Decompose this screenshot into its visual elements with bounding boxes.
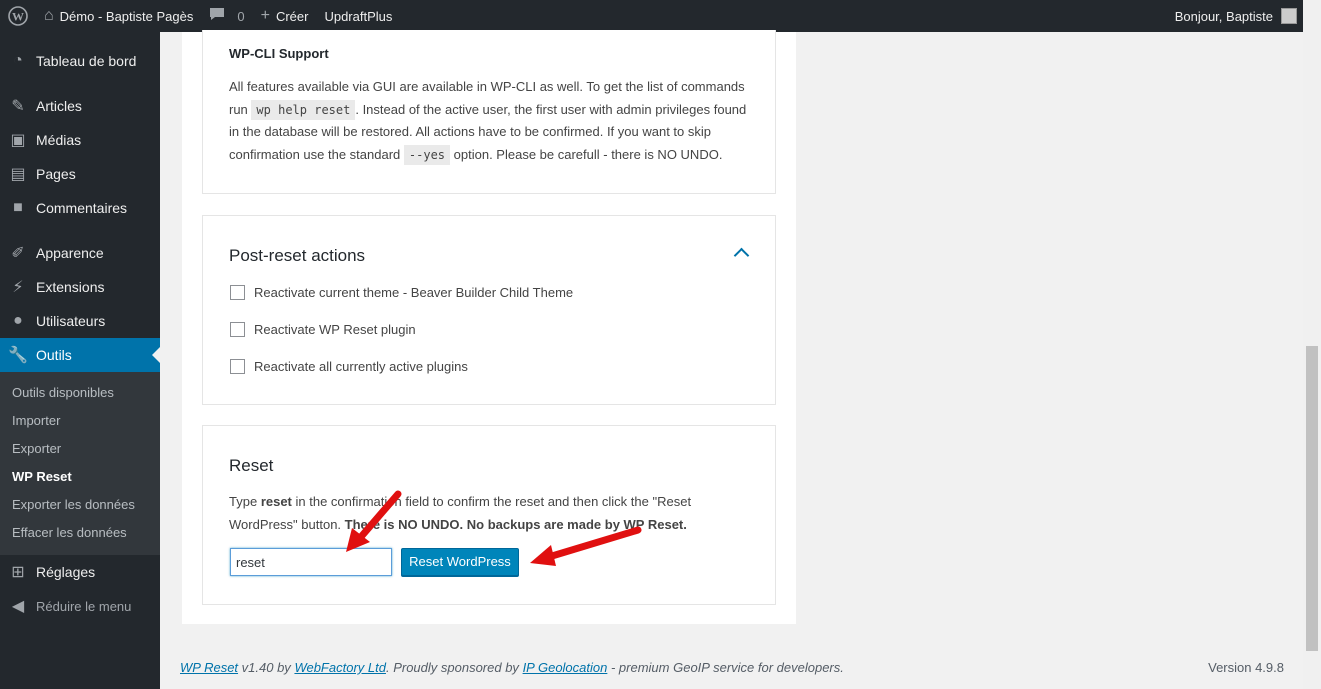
wpcli-text-3: option. Please be carefull - there is NO… <box>453 146 723 162</box>
comment-icon: ■ <box>13 199 23 216</box>
menu-label: Utilisateurs <box>36 313 106 329</box>
confirmation-input[interactable] <box>230 548 392 576</box>
user-icon: ● <box>13 312 23 329</box>
option-label: Reactivate WP Reset plugin <box>254 322 416 337</box>
menu-item-users[interactable]: ● Utilisateurs <box>0 304 160 338</box>
menu-label: Médias <box>36 132 82 148</box>
menu-item-dashboard[interactable]: ◔ Tableau de bord <box>0 44 160 78</box>
submenu-item-wp-reset[interactable]: WP Reset <box>0 463 160 491</box>
submenu-item-available-tools[interactable]: Outils disponibles <box>0 379 160 407</box>
admin-menu: ◔ Tableau de bord ✎ Articles ▣ Médias ▤ … <box>0 32 160 689</box>
checkbox[interactable] <box>230 322 245 337</box>
menu-item-tools[interactable]: 🔧 Outils <box>0 338 160 372</box>
wpcli-command-code: wp help reset <box>251 99 356 120</box>
comment-bubble-icon <box>209 7 225 26</box>
ip-geolocation-link[interactable]: IP Geolocation <box>523 660 608 675</box>
checkbox[interactable] <box>230 285 245 300</box>
new-label: Créer <box>275 8 309 24</box>
menu-item-pages[interactable]: ▤ Pages <box>0 157 160 191</box>
brush-icon: ✐ <box>11 245 25 262</box>
wpcli-description: All features available via GUI are avail… <box>229 76 754 166</box>
submenu-item-import[interactable]: Importer <box>0 407 160 435</box>
avatar <box>1281 8 1297 24</box>
plus-icon: + <box>260 7 270 24</box>
checkbox[interactable] <box>230 359 245 374</box>
site-name: Démo - Baptiste Pagès <box>59 8 194 24</box>
menu-item-comments[interactable]: ■ Commentaires <box>0 191 160 225</box>
updraftplus-link[interactable]: UpdraftPlus <box>316 0 400 32</box>
home-icon: ⌂ <box>44 7 54 24</box>
wp-version: Version 4.9.8 <box>1208 660 1284 675</box>
reset-card: Reset Type reset in the confirmation fie… <box>202 425 776 605</box>
menu-item-settings[interactable]: ⊞ Réglages <box>0 555 160 589</box>
page-icon: ▤ <box>10 166 26 183</box>
footer-text-2: . Proudly sponsored by <box>385 660 519 675</box>
reset-description: Type reset in the confirmation field to … <box>229 491 729 536</box>
reset-keyword: reset <box>260 494 292 509</box>
scrollbar-thumb[interactable] <box>1306 346 1318 651</box>
menu-item-appearance[interactable]: ✐ Apparence <box>0 236 160 270</box>
dashboard-icon: ◔ <box>13 52 23 69</box>
option-reactivate-plugin[interactable]: Reactivate WP Reset plugin <box>230 322 416 337</box>
collapse-arrow-icon: ◀ <box>11 598 25 615</box>
menu-item-medias[interactable]: ▣ Médias <box>0 123 160 157</box>
option-label: Reactivate current theme - Beaver Builde… <box>254 285 574 300</box>
collapse-label: Réduire le menu <box>36 598 132 614</box>
menu-label: Extensions <box>36 279 105 295</box>
menu-label: Outils <box>36 347 72 363</box>
wordpress-logo-icon[interactable]: W <box>0 0 36 32</box>
submenu-item-export-data[interactable]: Exporter les données <box>0 491 160 519</box>
plugin-icon: ⚡ <box>12 279 24 296</box>
option-reactivate-theme[interactable]: Reactivate current theme - Beaver Builde… <box>230 285 573 300</box>
comments-link[interactable]: 0 <box>201 0 252 32</box>
post-reset-title: Post-reset actions <box>229 246 366 265</box>
reset-wordpress-button[interactable]: Reset WordPress <box>401 548 519 576</box>
tools-submenu: Outils disponibles Importer Exporter WP … <box>0 372 160 555</box>
post-reset-card: Post-reset actions Reactivate current th… <box>202 215 776 405</box>
admin-bar: W ⌂ Démo - Baptiste Pagès 0 + Créer Updr… <box>0 0 1303 32</box>
submenu-item-export[interactable]: Exporter <box>0 435 160 463</box>
site-name-link[interactable]: ⌂ Démo - Baptiste Pagès <box>36 0 201 32</box>
reset-warning: There is NO UNDO. No backups are made by… <box>344 516 687 532</box>
wp-reset-link[interactable]: WP Reset <box>180 660 238 675</box>
new-content-link[interactable]: + Créer <box>253 0 317 32</box>
chevron-up-icon[interactable] <box>733 247 750 264</box>
option-reactivate-all-plugins[interactable]: Reactivate all currently active plugins <box>230 359 468 374</box>
menu-label: Réglages <box>36 564 96 580</box>
menu-label: Articles <box>36 98 82 114</box>
menu-item-extensions[interactable]: ⚡ Extensions <box>0 270 160 304</box>
pin-icon: ✎ <box>11 98 25 115</box>
footer: WP Reset v1.40 by WebFactory Ltd. Proudl… <box>180 660 1284 675</box>
wrench-icon: 🔧 <box>8 347 28 364</box>
wpcli-yes-code: --yes <box>403 144 451 165</box>
collapse-menu-button[interactable]: ◀ Réduire le menu <box>0 589 160 623</box>
greeting: Bonjour, Baptiste <box>1174 8 1273 24</box>
menu-item-articles[interactable]: ✎ Articles <box>0 89 160 123</box>
footer-text-3: - premium GeoIP service for developers. <box>610 660 844 675</box>
menu-label: Pages <box>36 166 76 182</box>
wp-reset-content: WP-CLI Support All features available vi… <box>182 30 796 624</box>
footer-text-1: v1.40 by <box>241 660 291 675</box>
settings-icon: ⊞ <box>11 564 25 581</box>
updraftplus-label: UpdraftPlus <box>324 8 393 24</box>
wpcli-card: WP-CLI Support All features available vi… <box>202 30 776 194</box>
menu-label: Tableau de bord <box>36 53 137 69</box>
wpcli-title: WP-CLI Support <box>229 46 329 61</box>
reset-title: Reset <box>229 456 274 475</box>
svg-text:W: W <box>12 10 24 24</box>
option-label: Reactivate all currently active plugins <box>254 359 468 374</box>
menu-label: Apparence <box>36 245 104 261</box>
reset-text-a: Type <box>229 494 258 509</box>
page-scrollbar[interactable] <box>1303 0 1321 689</box>
my-account-link[interactable]: Bonjour, Baptiste <box>1167 0 1303 32</box>
submenu-item-erase-data[interactable]: Effacer les données <box>0 519 160 547</box>
webfactory-link[interactable]: WebFactory Ltd <box>294 660 386 675</box>
menu-label: Commentaires <box>36 200 128 216</box>
media-icon: ▣ <box>10 132 26 149</box>
comments-count: 0 <box>237 8 245 24</box>
